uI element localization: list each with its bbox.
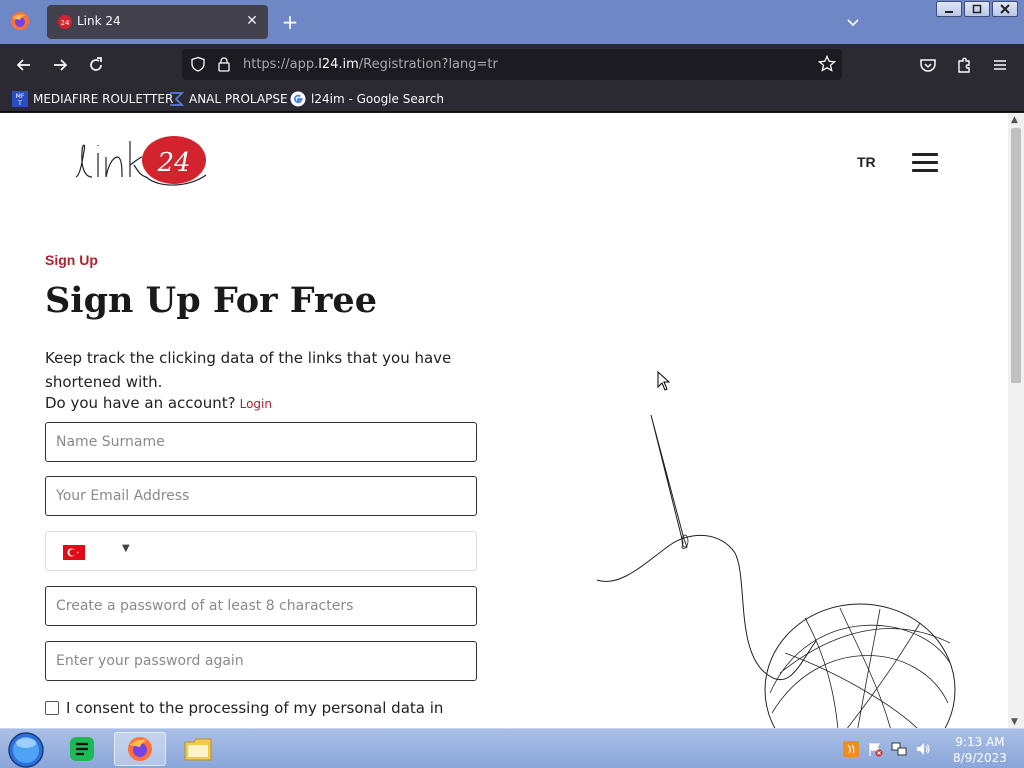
firefox-menu-icon[interactable] bbox=[10, 11, 30, 31]
bookmarks-toolbar: MF T MEDIAFIRE ROULETTER ANAL PROLAPSE l2… bbox=[0, 86, 1024, 112]
password-input[interactable]: Create a password of at least 8 characte… bbox=[45, 586, 477, 626]
app-menu-icon[interactable] bbox=[990, 55, 1010, 75]
address-bar[interactable]: https://app.l24.im/Registration?lang=tr bbox=[182, 49, 842, 80]
forward-arrow-icon[interactable] bbox=[50, 55, 70, 75]
close-tab-icon[interactable]: ✕ bbox=[244, 13, 260, 29]
folder-icon bbox=[184, 738, 212, 761]
clock-date: 8/9/2023 bbox=[953, 751, 1007, 765]
hamburger-menu-icon[interactable] bbox=[912, 153, 938, 173]
taskbar-clock[interactable]: 9:13 AM 8/9/2023 bbox=[950, 734, 1010, 766]
notes-app-button[interactable] bbox=[56, 732, 108, 766]
page-scrollbar[interactable]: ▲ ▼ bbox=[1008, 113, 1024, 728]
needle-yarn-illustration bbox=[596, 414, 956, 728]
svg-text:24: 24 bbox=[61, 19, 70, 27]
new-tab-icon[interactable]: + bbox=[280, 12, 300, 32]
phone-input[interactable]: ▼ bbox=[45, 531, 477, 571]
scroll-up-icon[interactable]: ▲ bbox=[1011, 115, 1018, 125]
close-window-icon[interactable] bbox=[992, 1, 1018, 17]
link24-favicon-icon: 24 bbox=[58, 15, 72, 29]
notes-app-icon bbox=[70, 737, 94, 761]
svg-text:24: 24 bbox=[156, 148, 190, 178]
action-center-flag-icon[interactable] bbox=[867, 741, 883, 757]
tracking-shield-icon[interactable] bbox=[190, 56, 206, 72]
country-dropdown-caret-icon[interactable]: ▼ bbox=[122, 543, 130, 554]
window-controls bbox=[936, 1, 1018, 17]
consent-label: I consent to the processing of my person… bbox=[66, 699, 444, 717]
svg-text:MF: MF bbox=[16, 93, 25, 100]
google-icon bbox=[290, 91, 306, 107]
name-surname-input[interactable]: Name Surname bbox=[45, 422, 477, 462]
bookmark-google-search[interactable]: l24im - Google Search bbox=[290, 90, 444, 108]
file-explorer-button[interactable] bbox=[172, 732, 224, 766]
mouse-cursor-icon bbox=[657, 371, 671, 391]
minimize-icon[interactable] bbox=[936, 1, 962, 17]
scroll-down-icon[interactable]: ▼ bbox=[1011, 717, 1018, 727]
firefox-taskbar-button[interactable] bbox=[114, 732, 166, 766]
consent-checkbox[interactable] bbox=[45, 701, 59, 715]
system-tray bbox=[843, 741, 931, 757]
tab-title: Link 24 bbox=[77, 14, 121, 28]
firefox-icon bbox=[128, 737, 152, 761]
browser-tab-bar: 24 Link 24 ✕ + bbox=[0, 0, 1024, 44]
consent-row: I consent to the processing of my person… bbox=[45, 699, 465, 717]
bookmark-star-icon[interactable] bbox=[818, 55, 836, 73]
section-kicker: Sign Up bbox=[45, 252, 98, 268]
email-input[interactable]: Your Email Address bbox=[45, 476, 477, 516]
scrollbar-thumb[interactable] bbox=[1011, 128, 1021, 383]
web-page: 24 link24 TR Sign Up Sign Up For Free Ke… bbox=[0, 113, 1008, 728]
lock-icon[interactable] bbox=[216, 56, 232, 72]
mediafire-icon: MFT bbox=[12, 91, 28, 107]
password-confirm-input[interactable]: Enter your password again bbox=[45, 641, 477, 681]
svg-text:T: T bbox=[17, 100, 22, 107]
bookmark-mediafire[interactable]: MF T MEDIAFIRE ROULETTER bbox=[12, 90, 173, 108]
link24-logo[interactable]: 24 link24 bbox=[70, 133, 210, 195]
start-orb-icon[interactable] bbox=[6, 731, 46, 768]
network-icon[interactable] bbox=[891, 741, 907, 757]
extensions-icon[interactable] bbox=[954, 55, 974, 75]
bookmark-sigma-icon bbox=[170, 92, 184, 106]
reload-icon[interactable] bbox=[86, 55, 106, 75]
bookmark-second[interactable]: ANAL PROLAPSE bbox=[168, 90, 288, 108]
language-switcher[interactable]: TR bbox=[857, 154, 876, 170]
login-link[interactable]: Login bbox=[240, 397, 272, 411]
chevron-down-icon[interactable] bbox=[845, 14, 861, 30]
active-tab[interactable]: 24 Link 24 ✕ bbox=[47, 5, 268, 39]
java-update-icon[interactable] bbox=[843, 741, 859, 757]
url-text[interactable]: https://app.l24.im/Registration?lang=tr bbox=[243, 57, 498, 72]
page-title: Sign Up For Free bbox=[45, 280, 377, 321]
os-taskbar: 9:13 AM 8/9/2023 bbox=[0, 728, 1024, 768]
svg-text:link24: link24 bbox=[70, 133, 73, 134]
pocket-icon[interactable] bbox=[918, 55, 938, 75]
volume-icon[interactable] bbox=[915, 741, 931, 757]
back-arrow-icon[interactable] bbox=[14, 55, 34, 75]
page-description: Keep track the clicking data of the link… bbox=[45, 349, 452, 391]
turkey-flag-icon[interactable] bbox=[63, 545, 85, 560]
account-prompt: Do you have an account? Login bbox=[45, 394, 272, 412]
restore-icon[interactable] bbox=[964, 1, 990, 17]
clock-time: 9:13 AM bbox=[955, 735, 1005, 749]
